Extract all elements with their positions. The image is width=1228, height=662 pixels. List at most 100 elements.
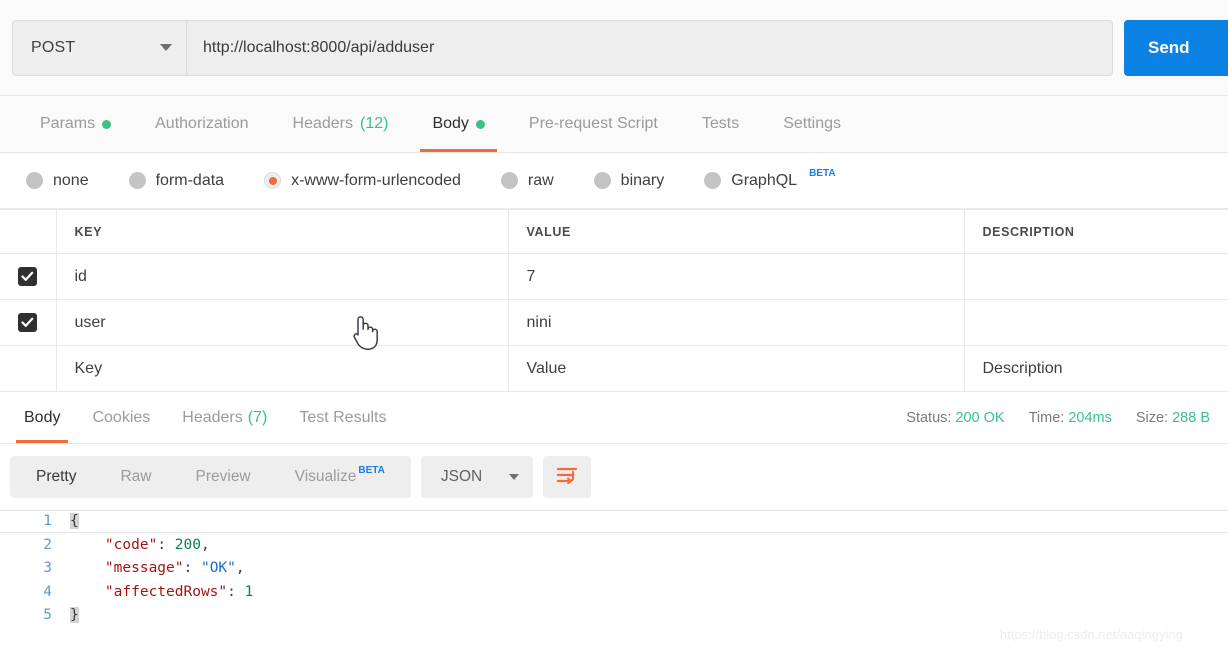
table-row-new: KeyValueDescription [0,346,1228,392]
chevron-down-icon [160,44,172,51]
tab-modified-dot-icon [102,120,111,129]
code-token: } [70,607,79,623]
code-line: "code": 200, [70,534,1228,558]
tab-headers[interactable]: Headers (12) [271,96,411,152]
response-tab-test-results[interactable]: Test Results [283,392,402,443]
response-tab-label: Test Results [299,409,386,427]
line-number: 1 [0,510,52,534]
line-number: 4 [0,581,52,605]
code-token: "code" [105,537,157,553]
tab-label: Pre-request Script [529,115,658,133]
row-description-cell[interactable] [964,254,1228,300]
time-value: 204ms [1068,410,1112,426]
response-tabs: Body CookiesHeaders(7) Test Results Status… [0,392,1228,444]
view-mode-pretty[interactable]: Pretty [14,460,98,494]
code-line: } [70,604,1228,628]
response-body-code-viewer[interactable]: 12345 { "code": 200, "message": "OK", "a… [0,510,1228,640]
body-type-binary[interactable]: binary [594,172,665,190]
row-value-cell[interactable]: nini [508,300,964,346]
tab-modified-dot-icon [476,120,485,129]
table-header-value: VALUE [508,210,964,254]
new-row-key-input[interactable]: Key [56,346,508,392]
code-line: "affectedRows": 1 [70,581,1228,605]
radio-icon[interactable] [594,172,611,189]
body-type-form-data[interactable]: form-data [129,172,224,190]
wrap-lines-button[interactable] [543,456,591,498]
response-tab-cookies[interactable]: Cookies [76,392,166,443]
code-line: "message": "OK", [70,557,1228,581]
body-type-none[interactable]: none [26,172,89,190]
view-mode-raw[interactable]: Raw [98,460,173,494]
response-tab-headers[interactable]: Headers(7) [166,392,283,443]
table-header-key: KEY [56,210,508,254]
code-token: "message" [105,560,184,576]
code-token: : [184,560,201,576]
beta-badge: BETA [358,465,384,476]
row-enabled-checkbox-cell [0,300,56,346]
row-value-cell[interactable]: 7 [508,254,964,300]
row-key-cell[interactable]: user [56,300,508,346]
status-label: Status: [906,410,951,426]
request-tabs: Params Authorization Headers (12) Body Pre-re… [0,96,1228,153]
code-token: , [201,537,210,553]
code-token: "affectedRows" [105,584,227,600]
response-tab-label: Headers [182,409,242,427]
table-row: id7 [0,254,1228,300]
chevron-down-icon [509,474,519,480]
new-row-description-input[interactable]: Description [964,346,1228,392]
tab-label: Settings [783,115,841,133]
tab-settings[interactable]: Settings [761,96,863,152]
code-token: 1 [245,584,254,600]
send-button[interactable]: Send [1124,20,1228,76]
tab-authorization[interactable]: Authorization [133,96,270,152]
row-description-cell[interactable] [964,300,1228,346]
body-type-raw[interactable]: raw [501,172,554,190]
code-token: : [227,584,244,600]
size-value: 288 B [1172,410,1210,426]
tab-label: Authorization [155,115,248,133]
view-mode-label: Raw [120,468,151,486]
tab-params[interactable]: Params [18,96,133,152]
body-type-label: x-www-form-urlencoded [291,172,461,190]
response-meta: Status:200 OK Time:204ms Size:288 B [906,392,1228,443]
http-method-select[interactable]: POST [12,20,186,76]
new-row-value-input[interactable]: Value [508,346,964,392]
tab-pre-request-script[interactable]: Pre-request Script [507,96,680,152]
tab-count: (12) [360,115,388,133]
table-header-checkbox [0,210,56,254]
tab-body[interactable]: Body [410,96,506,152]
wrap-lines-icon [556,466,578,489]
response-format-label: JSON [441,468,482,486]
tab-label: Body [432,115,468,133]
body-type-x-www-form-urlencoded[interactable]: x-www-form-urlencoded [264,172,461,190]
radio-icon[interactable] [704,172,721,189]
view-mode-label: Preview [196,468,251,486]
body-type-graphql[interactable]: GraphQLBETA [704,172,835,190]
code-token: "OK" [201,560,236,576]
code-token: : [157,537,174,553]
code-token: 200 [175,537,201,553]
row-enabled-checkbox[interactable] [18,313,37,332]
code-token [70,537,105,553]
beta-badge: BETA [809,168,835,179]
row-enabled-checkbox[interactable] [18,267,37,286]
url-input[interactable]: http://localhost:8000/api/adduser [186,20,1113,76]
tab-label: Params [40,115,95,133]
body-type-radio-group: none form-data x-www-form-urlencoded raw bin… [0,153,1228,209]
radio-icon[interactable] [129,172,146,189]
response-tab-body[interactable]: Body [8,392,76,443]
radio-icon[interactable] [501,172,518,189]
radio-icon[interactable] [26,172,43,189]
tab-label: Headers [293,115,353,133]
radio-icon[interactable] [264,172,281,189]
view-mode-visualize[interactable]: VisualizeBETA [273,460,407,494]
response-tab-label: Body [24,409,60,427]
row-key-cell[interactable]: id [56,254,508,300]
status-badge: Status:200 OK [906,410,1004,426]
request-url-bar: POST http://localhost:8000/api/adduser S… [0,0,1228,96]
time-badge: Time:204ms [1029,410,1112,426]
view-mode-preview[interactable]: Preview [174,460,273,494]
line-number: 2 [0,534,52,558]
tab-tests[interactable]: Tests [680,96,761,152]
response-format-select[interactable]: JSON [421,456,533,498]
